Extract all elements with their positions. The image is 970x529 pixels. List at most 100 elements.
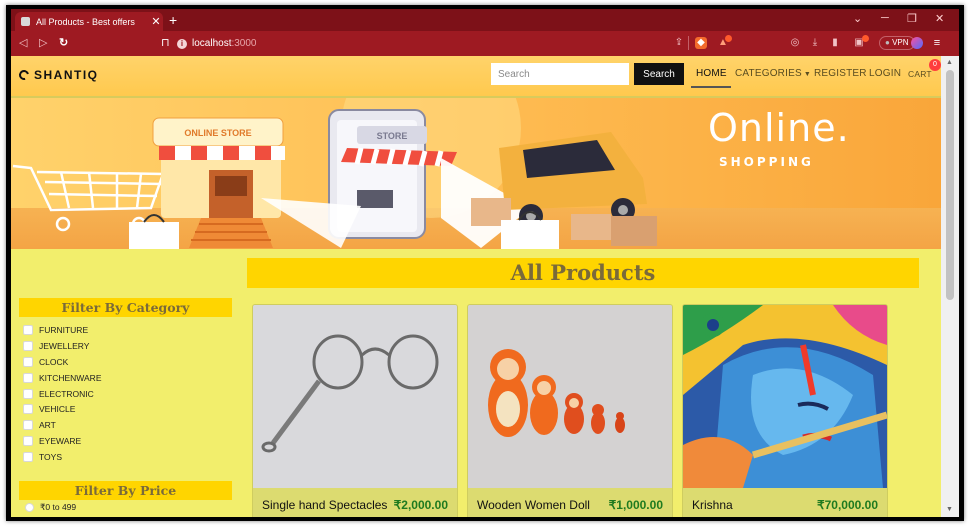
- tab-title: All Products - Best offers: [36, 16, 135, 27]
- tab-bar: All Products - Best offers ✕ + ⌄ ─ ❐ ✕: [11, 9, 959, 31]
- price-option[interactable]: ₹0 to 499: [25, 502, 76, 513]
- caret-down-icon: ▼: [803, 71, 811, 78]
- browser-window: All Products - Best offers ✕ + ⌄ ─ ❐ ✕ ◁…: [6, 5, 964, 521]
- category-label: JEWELLERY: [39, 340, 90, 351]
- shopping-cart-icon: [12, 164, 165, 232]
- category-option[interactable]: CLOCK: [23, 354, 102, 370]
- product-name: Krishna: [692, 498, 733, 512]
- search-button[interactable]: Search: [634, 63, 684, 85]
- phone-sign-text: STORE: [377, 131, 408, 141]
- product-card[interactable]: Krishna ₹70,000.00: [682, 304, 888, 517]
- rewards-badge: [725, 35, 732, 42]
- logo-mark-icon: [17, 68, 31, 82]
- scroll-down-icon[interactable]: ▼: [946, 506, 953, 513]
- category-option[interactable]: KITCHENWARE: [23, 370, 102, 386]
- category-option[interactable]: VEHICLE: [23, 401, 102, 417]
- category-label: FURNITURE: [39, 324, 89, 335]
- page-scrollbar[interactable]: ▲ ▼: [941, 56, 959, 517]
- category-label: CLOCK: [39, 356, 69, 367]
- hero-banner: ONLINE STORE STORE Online. SHOPPING: [11, 98, 941, 249]
- nav-cart[interactable]: CART: [908, 69, 932, 79]
- page-title: All Products: [247, 258, 919, 288]
- product-price: ₹70,000.00: [816, 498, 878, 512]
- checkbox[interactable]: [23, 324, 33, 335]
- category-option[interactable]: FURNITURE: [23, 322, 102, 338]
- category-filter-list: FURNITURE JEWELLERY CLOCK KITCHENWARE EL…: [23, 322, 102, 465]
- filter-price-title: Filter By Price: [19, 481, 232, 500]
- sidebar-icon[interactable]: ▮: [829, 37, 841, 49]
- url-port: :3000: [231, 38, 257, 49]
- scroll-up-icon[interactable]: ▲: [946, 59, 953, 66]
- nav-categories[interactable]: CATEGORIES ▼: [735, 68, 811, 79]
- site-info-icon[interactable]: i: [177, 38, 187, 49]
- search-input[interactable]: [491, 63, 629, 85]
- divider: [688, 36, 689, 50]
- brave-shield-icon[interactable]: ◆: [695, 37, 707, 49]
- checkbox[interactable]: [23, 388, 33, 399]
- forward-icon[interactable]: ▷: [39, 36, 47, 49]
- category-label: ART: [39, 420, 56, 431]
- browser-tab[interactable]: All Products - Best offers ✕: [15, 12, 163, 31]
- bookmark-icon[interactable]: ⊓: [161, 36, 170, 49]
- category-option[interactable]: ELECTRONIC: [23, 386, 102, 402]
- delivery-van-icon: [499, 132, 647, 228]
- active-nav-underline: [691, 86, 731, 88]
- wallet-badge: [862, 35, 869, 42]
- product-price: ₹1,000.00: [608, 498, 663, 512]
- category-option[interactable]: TOYS: [23, 449, 102, 465]
- shopping-bag: [501, 220, 559, 249]
- product-name: Single hand Spectacles: [262, 498, 388, 512]
- radio-button[interactable]: [25, 503, 34, 512]
- tab-list-chevron-icon[interactable]: ⌄: [853, 12, 862, 25]
- checkbox[interactable]: [23, 404, 33, 415]
- extensions-icon[interactable]: ◎: [789, 37, 801, 49]
- nav-register[interactable]: REGISTER: [814, 68, 867, 79]
- category-option[interactable]: ART: [23, 417, 102, 433]
- scrollbar-thumb[interactable]: [946, 70, 954, 300]
- paper-plane-icon: [261, 198, 361, 248]
- new-tab-button[interactable]: +: [169, 12, 177, 28]
- vpn-button[interactable]: ● VPN: [879, 36, 915, 50]
- site-logo[interactable]: SHANTIQ: [17, 68, 99, 82]
- vpn-label: VPN: [892, 38, 909, 47]
- share-icon[interactable]: ⇪: [673, 37, 685, 49]
- cart-count-badge: 0: [929, 59, 941, 71]
- store-sign-text: ONLINE STORE: [184, 128, 251, 138]
- minimize-icon[interactable]: ─: [881, 12, 889, 24]
- product-name: Wooden Women Doll: [477, 498, 590, 512]
- site-navbar: SHANTIQ Search HOME CATEGORIES▼ REGISTER…: [11, 56, 941, 96]
- product-image-wooden-doll: [468, 305, 672, 488]
- filter-category-title: Filter By Category: [19, 298, 232, 317]
- url-field[interactable]: i localhost:3000: [177, 35, 697, 52]
- reload-icon[interactable]: ↻: [59, 36, 68, 49]
- checkbox[interactable]: [23, 452, 33, 463]
- nesting-doll: [488, 349, 528, 437]
- nav-home[interactable]: HOME: [696, 68, 727, 79]
- product-card[interactable]: Wooden Women Doll ₹1,000.00: [467, 304, 673, 517]
- maximize-icon[interactable]: ❐: [907, 12, 917, 25]
- checkbox[interactable]: [23, 340, 33, 351]
- checkbox[interactable]: [23, 356, 33, 367]
- address-bar: ◁ ▷ ↻ ⊓ i localhost:3000 ⇪ ◆ ▲ ◎ ⤓ ▮ ▣ ●…: [11, 31, 959, 56]
- product-card[interactable]: Single hand Spectacles ₹2,000.00: [252, 304, 458, 517]
- category-label: EYEWARE: [39, 436, 82, 447]
- checkbox[interactable]: [23, 420, 33, 431]
- menu-icon[interactable]: ≡: [931, 37, 943, 49]
- category-option[interactable]: EYEWARE: [23, 433, 102, 449]
- window-close-icon[interactable]: ✕: [935, 12, 944, 25]
- category-label: KITCHENWARE: [39, 372, 102, 383]
- checkbox[interactable]: [23, 372, 33, 383]
- nav-login[interactable]: LOGIN: [869, 68, 901, 79]
- tab-close-icon[interactable]: ✕: [149, 15, 163, 28]
- back-icon[interactable]: ◁: [19, 36, 27, 49]
- banner-headline: Online.: [708, 106, 850, 150]
- category-option[interactable]: JEWELLERY: [23, 338, 102, 354]
- favicon-icon: [21, 17, 30, 26]
- web-page: SHANTIQ Search HOME CATEGORIES▼ REGISTER…: [11, 56, 941, 517]
- download-icon[interactable]: ⤓: [809, 37, 821, 49]
- checkbox[interactable]: [23, 436, 33, 447]
- product-image-krishna-painting: [683, 305, 887, 488]
- browser-viewport: All Products - Best offers ✕ + ⌄ ─ ❐ ✕ ◁…: [11, 9, 959, 517]
- category-label: TOYS: [39, 452, 62, 463]
- leo-ai-icon[interactable]: [911, 37, 923, 49]
